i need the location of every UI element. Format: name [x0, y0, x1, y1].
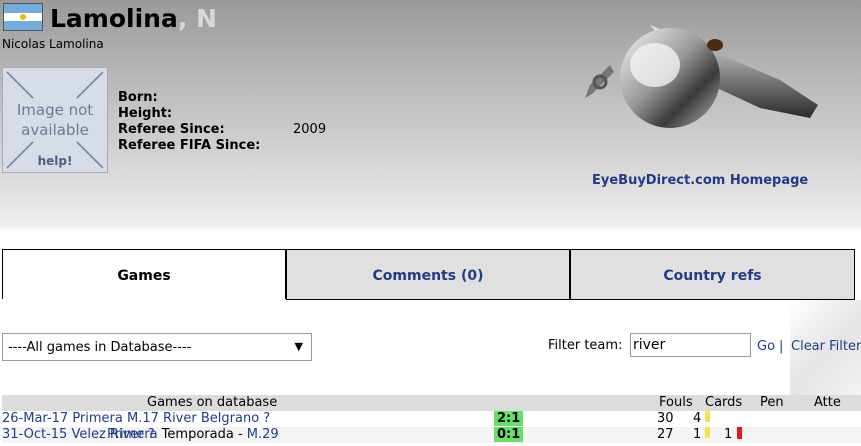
referee-name: Lamolina, N	[50, 4, 217, 33]
header-attendance: Atte	[814, 395, 841, 410]
height-label: Height:	[118, 106, 173, 121]
go-link[interactable]: Go	[757, 339, 775, 354]
away-team-link[interactable]: Belgrano	[201, 411, 259, 426]
fouls-value: 27	[657, 427, 674, 442]
header-cards: Cards	[705, 395, 743, 410]
tab-country-refs[interactable]: Country refs	[570, 249, 855, 299]
yellow-cards-value: 1	[693, 427, 702, 442]
tab-bar-divider	[286, 299, 855, 300]
whistle-ad-image[interactable]	[580, 10, 825, 145]
tab-comments[interactable]: Comments (0)	[286, 249, 570, 299]
header-fouls: Fouls	[659, 395, 693, 410]
header-games: Games on database	[147, 395, 278, 410]
red-cards-value: 1	[724, 427, 733, 442]
tab-games[interactable]: Games	[2, 249, 286, 299]
game-date-link[interactable]: 31-Oct-15	[2, 427, 67, 442]
competition-link[interactable]: Primera	[107, 427, 158, 442]
fouls-value: 30	[657, 411, 674, 426]
placeholder-line2: available	[21, 121, 89, 139]
home-team-link[interactable]: Velez	[71, 427, 105, 442]
header-pen: Pen	[760, 395, 784, 410]
table-row: 26-Mar-17 Primera M.17 River 2:1 Belgran…	[2, 411, 861, 427]
image-not-available-placeholder[interactable]: Image not available help!	[2, 67, 108, 173]
placeholder-help: help!	[37, 154, 73, 168]
match-score[interactable]: 2:1	[494, 411, 524, 426]
placeholder-line1: Image not	[16, 101, 94, 119]
games-table-header: Games on database Fouls Cards Pen Atte	[2, 395, 861, 411]
round-link[interactable]: M.29	[247, 427, 279, 442]
referee-since-value: 2009	[293, 122, 327, 137]
match-score[interactable]: 0:1	[494, 427, 524, 442]
red-card-icon	[737, 427, 742, 439]
games-filter-select-value: ----All games in Database----	[8, 340, 192, 355]
referee-info: Born: Height: Referee Since: Referee FIF…	[118, 90, 260, 154]
link-separator: |	[779, 339, 784, 354]
filter-team-input[interactable]: river	[630, 333, 751, 357]
yellow-cards-value: 4	[693, 411, 702, 426]
table-row: 31-Oct-15 Primera Temporada - M.29 Velez…	[2, 427, 861, 443]
competition-season: Temporada -	[157, 427, 247, 442]
filter-team-label: Filter team:	[548, 338, 623, 353]
eyebuydirect-homepage-link[interactable]: EyeBuyDirect.com Homepage	[592, 173, 808, 188]
background-watermark	[790, 300, 861, 410]
referee-since-label: Referee Since:	[118, 122, 225, 137]
argentina-flag-icon	[3, 3, 43, 31]
home-team-link[interactable]: River	[163, 411, 197, 426]
yellow-card-icon	[705, 427, 710, 438]
competition-link[interactable]: Primera M.17	[72, 411, 159, 426]
born-label: Born:	[118, 90, 158, 105]
yellow-card-icon	[705, 411, 710, 422]
games-filter-select[interactable]: ----All games in Database---- ▼	[2, 333, 312, 361]
clear-filter-link[interactable]: Clear Filter	[791, 339, 861, 354]
chevron-down-icon: ▼	[294, 340, 303, 353]
game-date-link[interactable]: 26-Mar-17	[2, 411, 68, 426]
referee-fifa-since-label: Referee FIFA Since:	[118, 138, 261, 153]
competition-cell: Primera Temporada - M.29	[107, 427, 279, 442]
attendance-value[interactable]: ?	[263, 411, 270, 426]
referee-full-name: Nicolas Lamolina	[2, 37, 104, 51]
